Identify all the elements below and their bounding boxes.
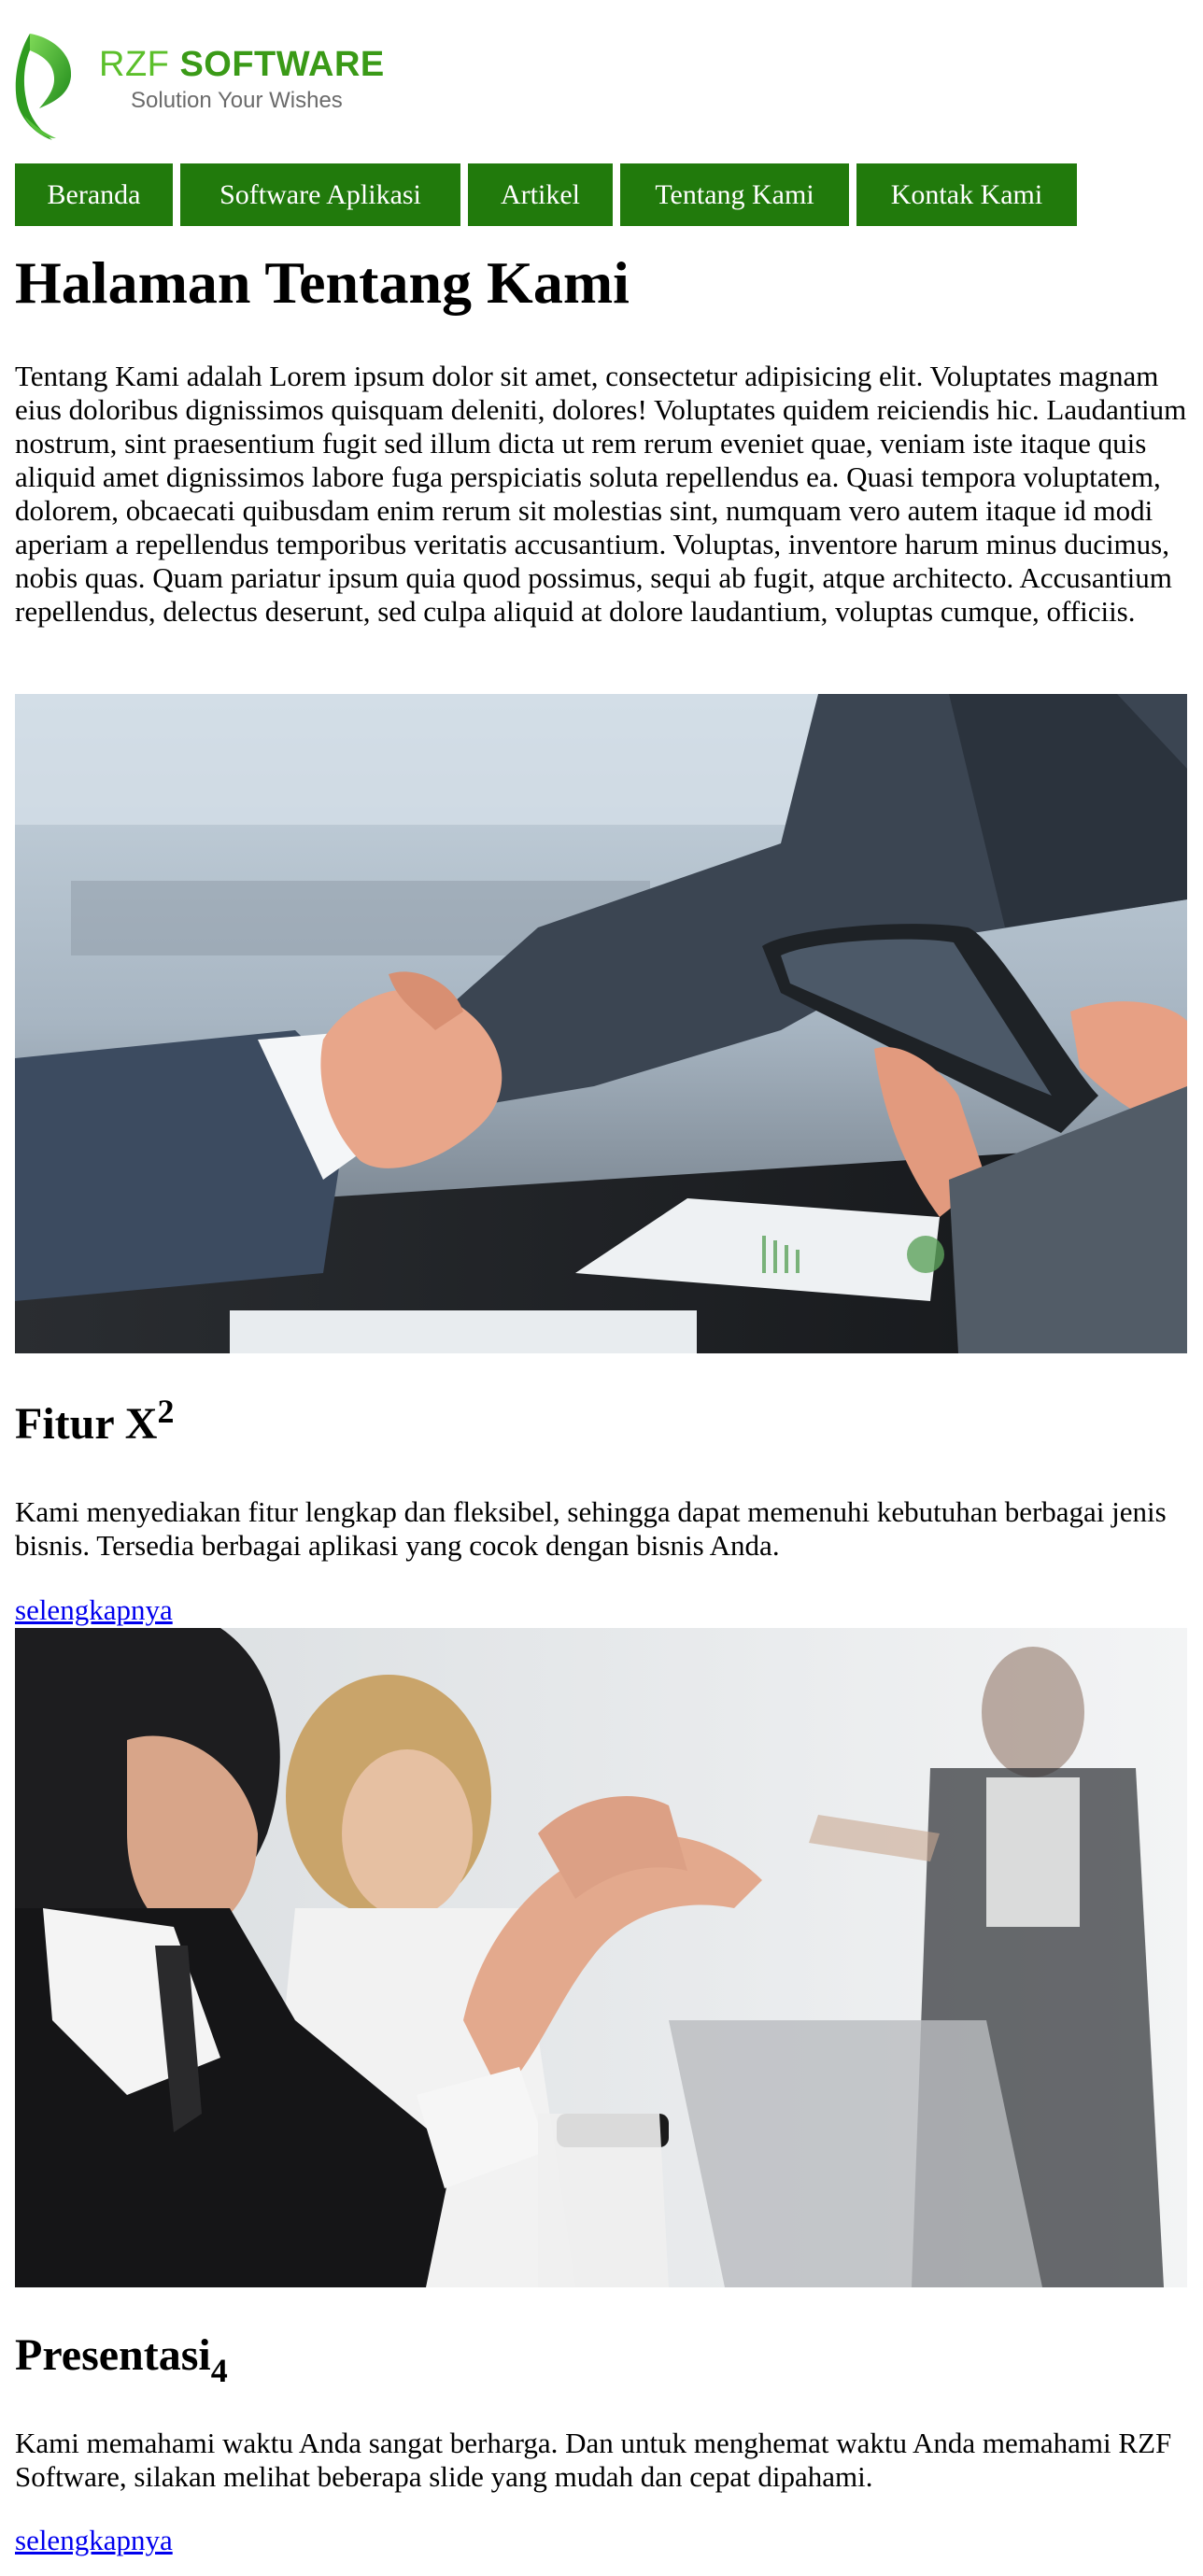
applause-photo [15, 1628, 1187, 2287]
logo-name-rzf: RZF [99, 45, 180, 84]
logo-name-software: SOFTWARE [179, 45, 385, 84]
nav-item-kontak-kami[interactable]: Kontak Kami [856, 163, 1077, 226]
presentasi-title-subscript: 4 [210, 2352, 228, 2390]
fitur-description: Kami menyediakan fitur lengkap dan fleks… [15, 1495, 1167, 1562]
site-logo[interactable]: RZF SOFTWARE Solution Your Wishes [15, 26, 384, 146]
nav-item-beranda[interactable]: Beranda [15, 163, 173, 226]
section-title-presentasi: Presentasi4 [15, 2328, 228, 2389]
presentasi-title-text: Presentasi [15, 2330, 211, 2380]
section-title-fitur: Fitur X2 [15, 1393, 174, 1451]
logo-text: RZF SOFTWARE Solution Your Wishes [99, 47, 385, 112]
main-nav: Beranda Software Aplikasi Artikel Tentan… [15, 163, 1077, 226]
logo-name: RZF SOFTWARE [99, 47, 385, 82]
handshake-photo [15, 694, 1187, 1353]
page-title: Halaman Tentang Kami [15, 249, 630, 316]
presentasi-description: Kami memahami waktu Anda sangat berharga… [15, 2427, 1172, 2493]
logo-leaf-icon [15, 34, 72, 140]
nav-item-tentang-kami[interactable]: Tentang Kami [620, 163, 849, 226]
fitur-more-link[interactable]: selengkapnya [15, 1593, 173, 1627]
intro-paragraph: Tentang Kami adalah Lorem ipsum dolor si… [15, 360, 1187, 628]
fitur-title-text: Fitur X [15, 1399, 158, 1449]
fitur-title-superscript: 2 [157, 1393, 175, 1430]
nav-item-artikel[interactable]: Artikel [468, 163, 613, 226]
logo-tagline: Solution Your Wishes [131, 88, 343, 113]
nav-item-software-aplikasi[interactable]: Software Aplikasi [180, 163, 460, 226]
presentasi-more-link[interactable]: selengkapnya [15, 2524, 173, 2557]
